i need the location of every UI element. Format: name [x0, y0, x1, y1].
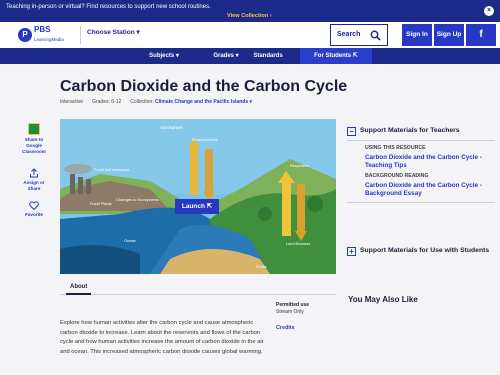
- you-may-also-like-heading: You May Also Like: [348, 295, 418, 304]
- resource-description: Explore how human activities alter the c…: [60, 320, 264, 355]
- resource-type: Interactive: [60, 99, 84, 105]
- banner-message: Teaching in-person or virtual? Find reso…: [6, 4, 211, 10]
- assign-label: Assign or Share: [23, 180, 45, 191]
- background-essay-link[interactable]: Carbon Dioxide and the Carbon Cycle - Ba…: [365, 182, 495, 198]
- sign-in-button[interactable]: Sign In: [402, 24, 432, 46]
- pbs-learningmedia-logo[interactable]: P PBS LearningMedia: [18, 26, 64, 43]
- label-fossil-plants: Fossil Plants: [90, 202, 112, 206]
- logo-sub: LearningMedia: [34, 37, 64, 42]
- share-icon: [30, 168, 38, 178]
- header-divider: [80, 26, 81, 44]
- logo-name: PBS: [34, 25, 51, 34]
- collapse-icon: −: [347, 127, 356, 136]
- teacher-materials-heading: Support Materials for Teachers: [360, 127, 460, 134]
- label-atmosphere: Atmosphere: [160, 125, 183, 130]
- label-respiration: Respiration: [290, 164, 309, 168]
- share-google-classroom-button[interactable]: Share to Google Classroom: [20, 123, 48, 155]
- nav-standards[interactable]: Standards: [238, 48, 298, 64]
- site-header: P PBS LearningMedia Choose Station ▾ Sear…: [0, 22, 500, 48]
- close-icon[interactable]: ×: [484, 6, 494, 16]
- facebook-icon[interactable]: f: [466, 24, 496, 46]
- divider: [347, 140, 495, 141]
- resource-meta: Interactive Grades: 6-12 Collection: Cli…: [60, 99, 252, 105]
- page-title: Carbon Dioxide and the Carbon Cycle: [60, 78, 348, 95]
- label-fossil-fuel-emissions: Fossil fuel emissions: [94, 168, 129, 172]
- search-label: Search: [337, 31, 361, 38]
- tab-about[interactable]: About: [66, 281, 92, 295]
- expand-icon: +: [347, 247, 356, 256]
- label-ocean: Ocean: [124, 238, 136, 243]
- sign-up-button[interactable]: Sign Up: [434, 24, 464, 46]
- favorite-label: Favorite: [25, 212, 43, 217]
- assign-share-button[interactable]: Assign or Share: [20, 168, 48, 192]
- search-icon: [370, 30, 381, 41]
- permitted-use-value: Stream Only: [276, 309, 304, 315]
- teacher-materials-toggle[interactable]: − Support Materials for Teachers: [347, 126, 495, 136]
- teacher-materials-panel: − Support Materials for Teachers USING T…: [347, 126, 495, 207]
- nav-for-students[interactable]: For Students ⇱: [300, 48, 372, 64]
- launch-button[interactable]: Launch ⇱: [175, 199, 219, 214]
- carbon-cycle-interactive[interactable]: Atmosphere Photosynthesis Respiration Fo…: [60, 119, 336, 274]
- student-materials-toggle[interactable]: + Support Materials for Use with Student…: [347, 246, 495, 256]
- resource-grades: Grades: 6-12: [92, 99, 122, 105]
- nav-subjects[interactable]: Subjects ▾: [134, 48, 194, 64]
- label-land-biomass: Land Biomass: [286, 242, 310, 246]
- student-materials-heading: Support Materials for Use with Students: [360, 247, 490, 254]
- student-materials-panel: + Support Materials for Use with Student…: [347, 246, 495, 256]
- label-changes-ecosystems: Changes to Ecosystems: [116, 197, 159, 202]
- heart-icon: [29, 201, 39, 210]
- share-gc-label: Share to Google Classroom: [22, 137, 46, 154]
- pbs-logo-icon: P: [18, 27, 32, 42]
- background-reading-label: BACKGROUND READING: [365, 173, 429, 179]
- search-button[interactable]: Search: [330, 24, 388, 46]
- label-photosynthesis: Photosynthesis: [192, 138, 218, 142]
- main-nav: Subjects ▾ Grades ▾ Standards For Studen…: [0, 48, 500, 64]
- google-classroom-icon: [28, 123, 40, 135]
- credits-link[interactable]: Credits: [276, 325, 295, 331]
- label-rocks: Rocks: [256, 265, 267, 269]
- collection-link[interactable]: Climate Change and the Pacific Islands ▾: [155, 99, 252, 105]
- collection-label: Collection:: [130, 99, 154, 105]
- view-collection-link[interactable]: View Collection ›: [227, 13, 272, 19]
- content-tabs: About: [60, 281, 336, 295]
- carbon-cycle-illustration: Atmosphere Photosynthesis Respiration Fo…: [60, 119, 336, 274]
- favorite-button[interactable]: Favorite: [20, 201, 48, 218]
- permitted-use-label: Permitted use: [276, 302, 310, 308]
- divider: [347, 202, 495, 203]
- announcement-banner: Teaching in-person or virtual? Find reso…: [0, 0, 500, 22]
- teaching-tips-link[interactable]: Carbon Dioxide and the Carbon Cycle - Te…: [365, 154, 495, 170]
- permitted-use: Permitted use Stream Only: [276, 302, 309, 316]
- using-resource-label: USING THIS RESOURCE: [365, 145, 426, 151]
- choose-station-dropdown[interactable]: Choose Station ▾: [87, 28, 140, 36]
